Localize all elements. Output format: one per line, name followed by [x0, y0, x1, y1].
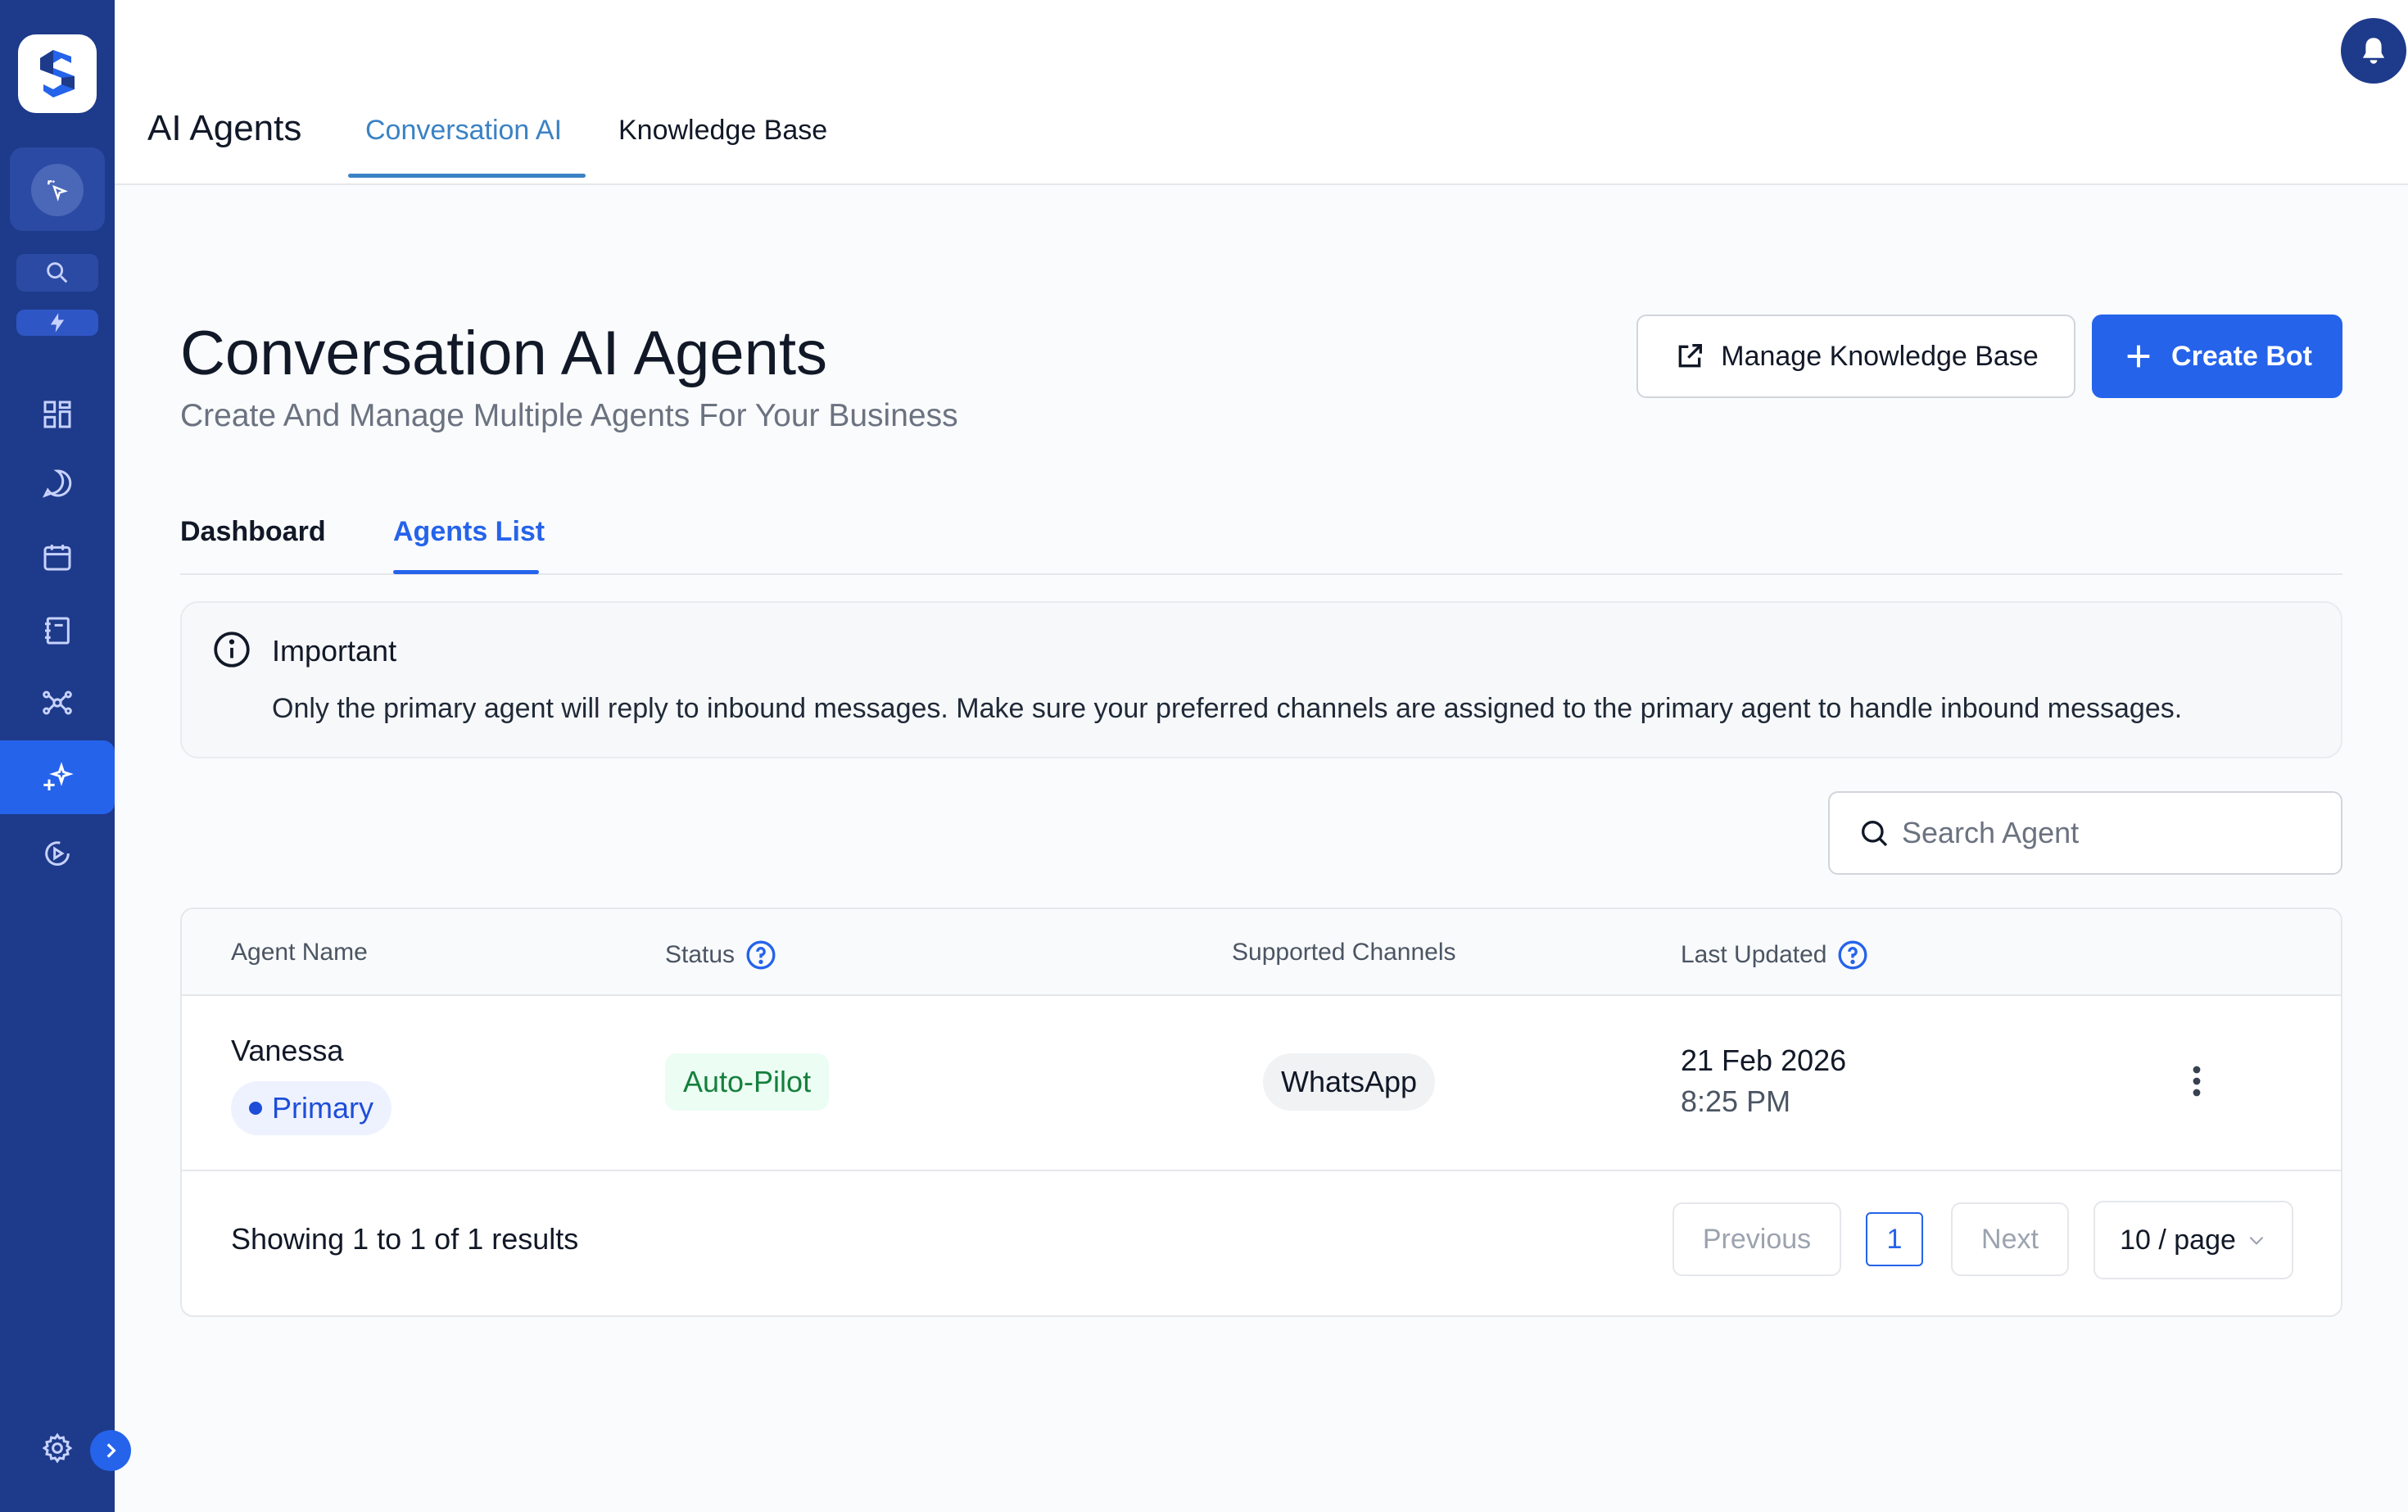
sparkles-icon[interactable]	[33, 754, 82, 803]
calendar-icon[interactable]	[33, 532, 82, 582]
create-bot-button[interactable]: Create Bot	[2092, 315, 2342, 398]
agents-table: Agent Name Status Supported Channels Las…	[180, 908, 2342, 1317]
tab-agents-list[interactable]: Agents List	[393, 516, 545, 548]
page-title: Conversation AI Agents	[180, 319, 828, 388]
status-badge: Auto-Pilot	[665, 1053, 830, 1111]
notebook-icon[interactable]	[33, 606, 82, 655]
column-header-agent-name: Agent Name	[231, 939, 368, 967]
logo-icon	[40, 50, 75, 97]
active-subtab-indicator	[393, 570, 539, 574]
search-icon[interactable]	[16, 254, 98, 292]
dashboard-grid-icon[interactable]	[33, 390, 82, 439]
column-header-status: Status	[665, 939, 777, 971]
last-updated-time: 8:25 PM	[1681, 1084, 1791, 1118]
notifications-button[interactable]	[2341, 18, 2406, 84]
last-updated-date: 21 Feb 2026	[1681, 1043, 1847, 1077]
results-summary: Showing 1 to 1 of 1 results	[231, 1222, 579, 1256]
cursor-click-icon[interactable]	[31, 164, 84, 216]
chat-bubble-icon[interactable]	[33, 459, 82, 508]
bolt-icon[interactable]	[16, 310, 98, 336]
app-logo[interactable]	[18, 34, 97, 113]
active-tab-indicator	[348, 174, 586, 178]
column-header-last-updated: Last Updated	[1681, 939, 1869, 971]
info-icon	[214, 632, 250, 668]
plus-icon	[2127, 345, 2150, 368]
column-label: Status	[665, 941, 736, 968]
row-actions-button[interactable]	[2180, 1065, 2213, 1098]
create-bot-label: Create Bot	[2171, 340, 2312, 372]
top-header: AI Agents Conversation AI Knowledge Base…	[115, 0, 2408, 185]
column-label: Agent Name	[231, 939, 368, 966]
tab-conversation-ai[interactable]: Conversation AI	[365, 115, 562, 147]
bell-icon	[2362, 38, 2385, 64]
search-agent-box[interactable]	[1828, 791, 2342, 875]
column-header-supported-channels: Supported Channels	[1232, 939, 1456, 967]
page-size-value: 10 / page	[2120, 1224, 2236, 1256]
sidebar	[0, 0, 115, 1512]
page-size-select[interactable]: 10 / page	[2093, 1201, 2293, 1279]
notice-title: Important	[272, 634, 397, 668]
chevron-down-icon	[2249, 1236, 2264, 1245]
previous-page-button[interactable]: Previous	[1672, 1202, 1841, 1276]
row-divider	[182, 1170, 2341, 1171]
channel-badge: WhatsApp	[1263, 1053, 1436, 1111]
table-header: Agent Name Status Supported Channels Las…	[182, 909, 2341, 996]
primary-badge: Primary	[231, 1081, 392, 1135]
chevron-right-icon	[106, 1443, 116, 1458]
expand-sidebar-button[interactable]	[90, 1430, 131, 1471]
external-link-icon	[1678, 344, 1703, 368]
column-label: Supported Channels	[1232, 939, 1456, 966]
column-label: Last Updated	[1681, 941, 1827, 968]
manage-knowledge-base-button[interactable]: Manage Knowledge Base	[1636, 315, 2075, 398]
status-dot	[249, 1102, 262, 1115]
settings-gear-icon[interactable]	[33, 1424, 82, 1473]
network-icon[interactable]	[33, 678, 82, 727]
help-circle-icon[interactable]	[1836, 939, 1869, 971]
important-notice: Important Only the primary agent will re…	[180, 601, 2342, 758]
page-number-current[interactable]: 1	[1866, 1212, 1923, 1266]
page-subtitle: Create And Manage Multiple Agents For Yo…	[180, 398, 958, 433]
help-circle-icon[interactable]	[745, 939, 777, 971]
search-agent-input[interactable]	[1902, 816, 2328, 850]
app-title: AI Agents	[147, 108, 302, 148]
next-page-button[interactable]: Next	[1951, 1202, 2069, 1276]
manage-knowledge-base-label: Manage Knowledge Base	[1721, 340, 2039, 372]
tab-knowledge-base[interactable]: Knowledge Base	[618, 115, 827, 147]
agent-name[interactable]: Vanessa	[231, 1034, 343, 1068]
more-vertical-icon	[2193, 1066, 2201, 1097]
tab-dashboard[interactable]: Dashboard	[180, 516, 326, 548]
notice-text: Only the primary agent will reply to inb…	[272, 693, 2183, 724]
play-circle-icon[interactable]	[33, 829, 82, 878]
search-icon	[1862, 821, 1888, 847]
primary-badge-label: Primary	[272, 1091, 373, 1125]
